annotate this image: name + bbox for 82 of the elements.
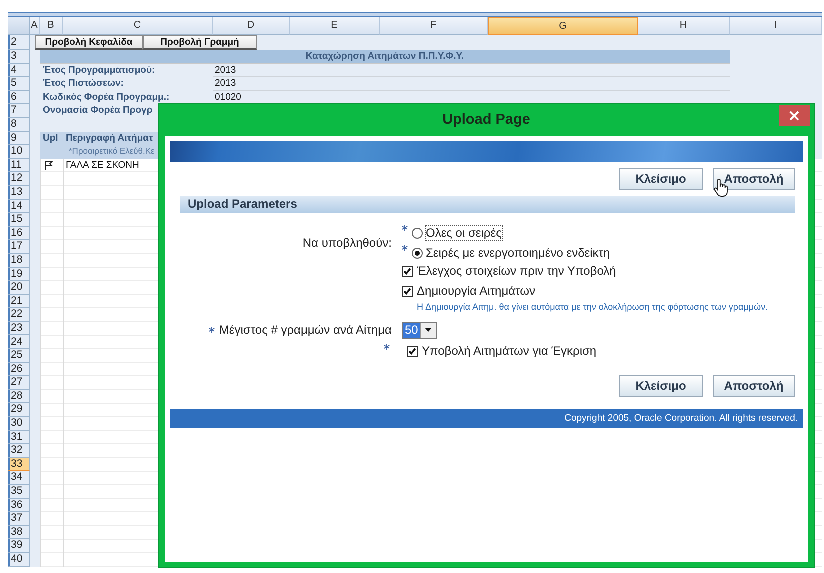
close-button[interactable]: × bbox=[779, 105, 810, 126]
dialog-button[interactable]: Κλείσιμο bbox=[619, 168, 703, 190]
row-header[interactable]: 9 bbox=[8, 132, 30, 146]
column-header[interactable]: F bbox=[380, 17, 488, 35]
row-header[interactable]: 11 bbox=[8, 158, 30, 172]
row-header[interactable]: 35 bbox=[8, 485, 30, 499]
hint-text: Η Δημιουργία Αιτημ. θα γίνει αυτόματα με την ολοκλήρωση της φόρτωσης των γραμμών. bbox=[416, 301, 770, 313]
row-header[interactable]: 21 bbox=[8, 294, 30, 308]
checkbox[interactable] bbox=[402, 286, 413, 296]
row-header[interactable]: 8 bbox=[8, 118, 30, 132]
row-header[interactable]: 14 bbox=[8, 200, 30, 214]
row-header[interactable]: 38 bbox=[8, 526, 30, 540]
row-header[interactable]: 15 bbox=[8, 213, 30, 227]
sheet-title-bar: Καταχώρηση Αιτημάτων Π.Π.Υ.Φ.Υ. bbox=[40, 50, 730, 64]
row-header[interactable]: 36 bbox=[8, 498, 30, 512]
dialog-title: Upload Page bbox=[442, 112, 530, 128]
row-header[interactable]: 20 bbox=[8, 281, 30, 295]
row-header[interactable]: 31 bbox=[8, 430, 30, 444]
row-header[interactable]: 19 bbox=[8, 268, 30, 282]
row-header[interactable]: 37 bbox=[8, 512, 30, 526]
row-header[interactable]: 26 bbox=[8, 362, 30, 376]
row-header[interactable]: 39 bbox=[8, 539, 30, 553]
row-header[interactable]: 33 bbox=[8, 458, 30, 472]
radio-button[interactable] bbox=[412, 228, 423, 238]
row-header[interactable]: 24 bbox=[8, 335, 30, 350]
row-header[interactable]: 28 bbox=[8, 390, 30, 404]
row-header[interactable]: 29 bbox=[8, 403, 30, 418]
column-header[interactable]: H bbox=[638, 17, 730, 35]
row-header[interactable]: 7 bbox=[8, 104, 30, 118]
row-header[interactable]: 18 bbox=[8, 254, 30, 268]
column-note: *Προαιρετικό Ελεύθ.Κε bbox=[68, 145, 156, 158]
row-header[interactable]: 32 bbox=[8, 444, 30, 458]
dropdown[interactable]: 50 bbox=[402, 322, 438, 338]
field-value: 2013 bbox=[213, 77, 730, 91]
field-label: Μέγιστος # γραμμών ανά Αίτημα bbox=[219, 323, 392, 337]
dialog-button[interactable]: Κλείσιμο bbox=[619, 375, 703, 397]
sheet-button[interactable]: Προβολή Κεφαλίδα bbox=[35, 35, 143, 50]
column-header[interactable]: E bbox=[290, 17, 380, 35]
column-header[interactable]: G bbox=[488, 17, 638, 35]
column-header[interactable]: D bbox=[213, 17, 290, 35]
checkbox[interactable] bbox=[402, 266, 413, 276]
table-cell-text: ΓΑΛΑ ΣΕ ΣΚΟΝΗ bbox=[65, 158, 140, 172]
column-header[interactable]: A bbox=[30, 17, 40, 35]
field-label: Να υποβληθούν: bbox=[302, 236, 392, 250]
copyright-text: Copyright 2005, Oracle Corporation. All rights reserved. bbox=[564, 413, 798, 424]
row-header[interactable]: 2 bbox=[8, 35, 30, 50]
row-header[interactable]: 25 bbox=[8, 349, 30, 363]
row-header[interactable]: 12 bbox=[8, 172, 30, 186]
sheet-button[interactable]: Προβολή Γραμμή bbox=[143, 35, 257, 50]
radio-button[interactable] bbox=[412, 248, 423, 258]
row-header[interactable]: 13 bbox=[8, 186, 30, 200]
field-label: Ονομασία Φορέα Προγρ bbox=[42, 104, 154, 118]
column-header[interactable]: C bbox=[63, 17, 213, 35]
row-header[interactable]: 27 bbox=[8, 376, 30, 390]
column-header[interactable]: I bbox=[730, 17, 822, 35]
column-heading: Περιγραφή Αιτήματ bbox=[65, 132, 154, 146]
checkbox-label: Έλεγχος στοιχείων πριν την Υποβολή bbox=[417, 264, 616, 278]
column-header[interactable]: B bbox=[40, 17, 63, 35]
row-header[interactable]: 10 bbox=[8, 145, 30, 159]
field-value: 2013 bbox=[213, 64, 730, 78]
row-header[interactable]: 30 bbox=[8, 417, 30, 431]
checkbox-label: Υποβολή Αιτημάτων για Έγκριση bbox=[422, 344, 597, 358]
row-header[interactable]: 34 bbox=[8, 471, 30, 485]
radio-label: Ολες οι σειρές bbox=[426, 226, 502, 240]
row-header[interactable]: 17 bbox=[8, 240, 30, 254]
row-header[interactable]: 5 bbox=[8, 77, 30, 91]
row-header[interactable]: 6 bbox=[8, 90, 30, 104]
row-header[interactable]: 4 bbox=[8, 64, 30, 78]
row-header[interactable]: 23 bbox=[8, 322, 30, 336]
row-header[interactable]: 16 bbox=[8, 226, 30, 240]
column-heading: Upl bbox=[42, 132, 60, 146]
checkbox[interactable] bbox=[407, 346, 418, 356]
row-header[interactable]: 40 bbox=[8, 552, 30, 567]
checkbox-label: Δημιουργία Αιτημάτων bbox=[417, 284, 536, 298]
section-header: Upload Parameters bbox=[180, 196, 795, 213]
field-label: Έτος Προγραμματισμού: bbox=[42, 64, 156, 78]
dialog-button[interactable]: Αποστολή bbox=[713, 375, 795, 397]
radio-label: Σειρές με ενεργοποιημένο ενδείκτη bbox=[426, 246, 610, 260]
field-label: Έτος Πιστώσεων: bbox=[42, 77, 125, 91]
field-label: Κωδικός Φορέα Προγραμμ.: bbox=[42, 90, 171, 104]
row-header[interactable]: 22 bbox=[8, 308, 30, 322]
row-header[interactable]: 3 bbox=[8, 50, 30, 64]
